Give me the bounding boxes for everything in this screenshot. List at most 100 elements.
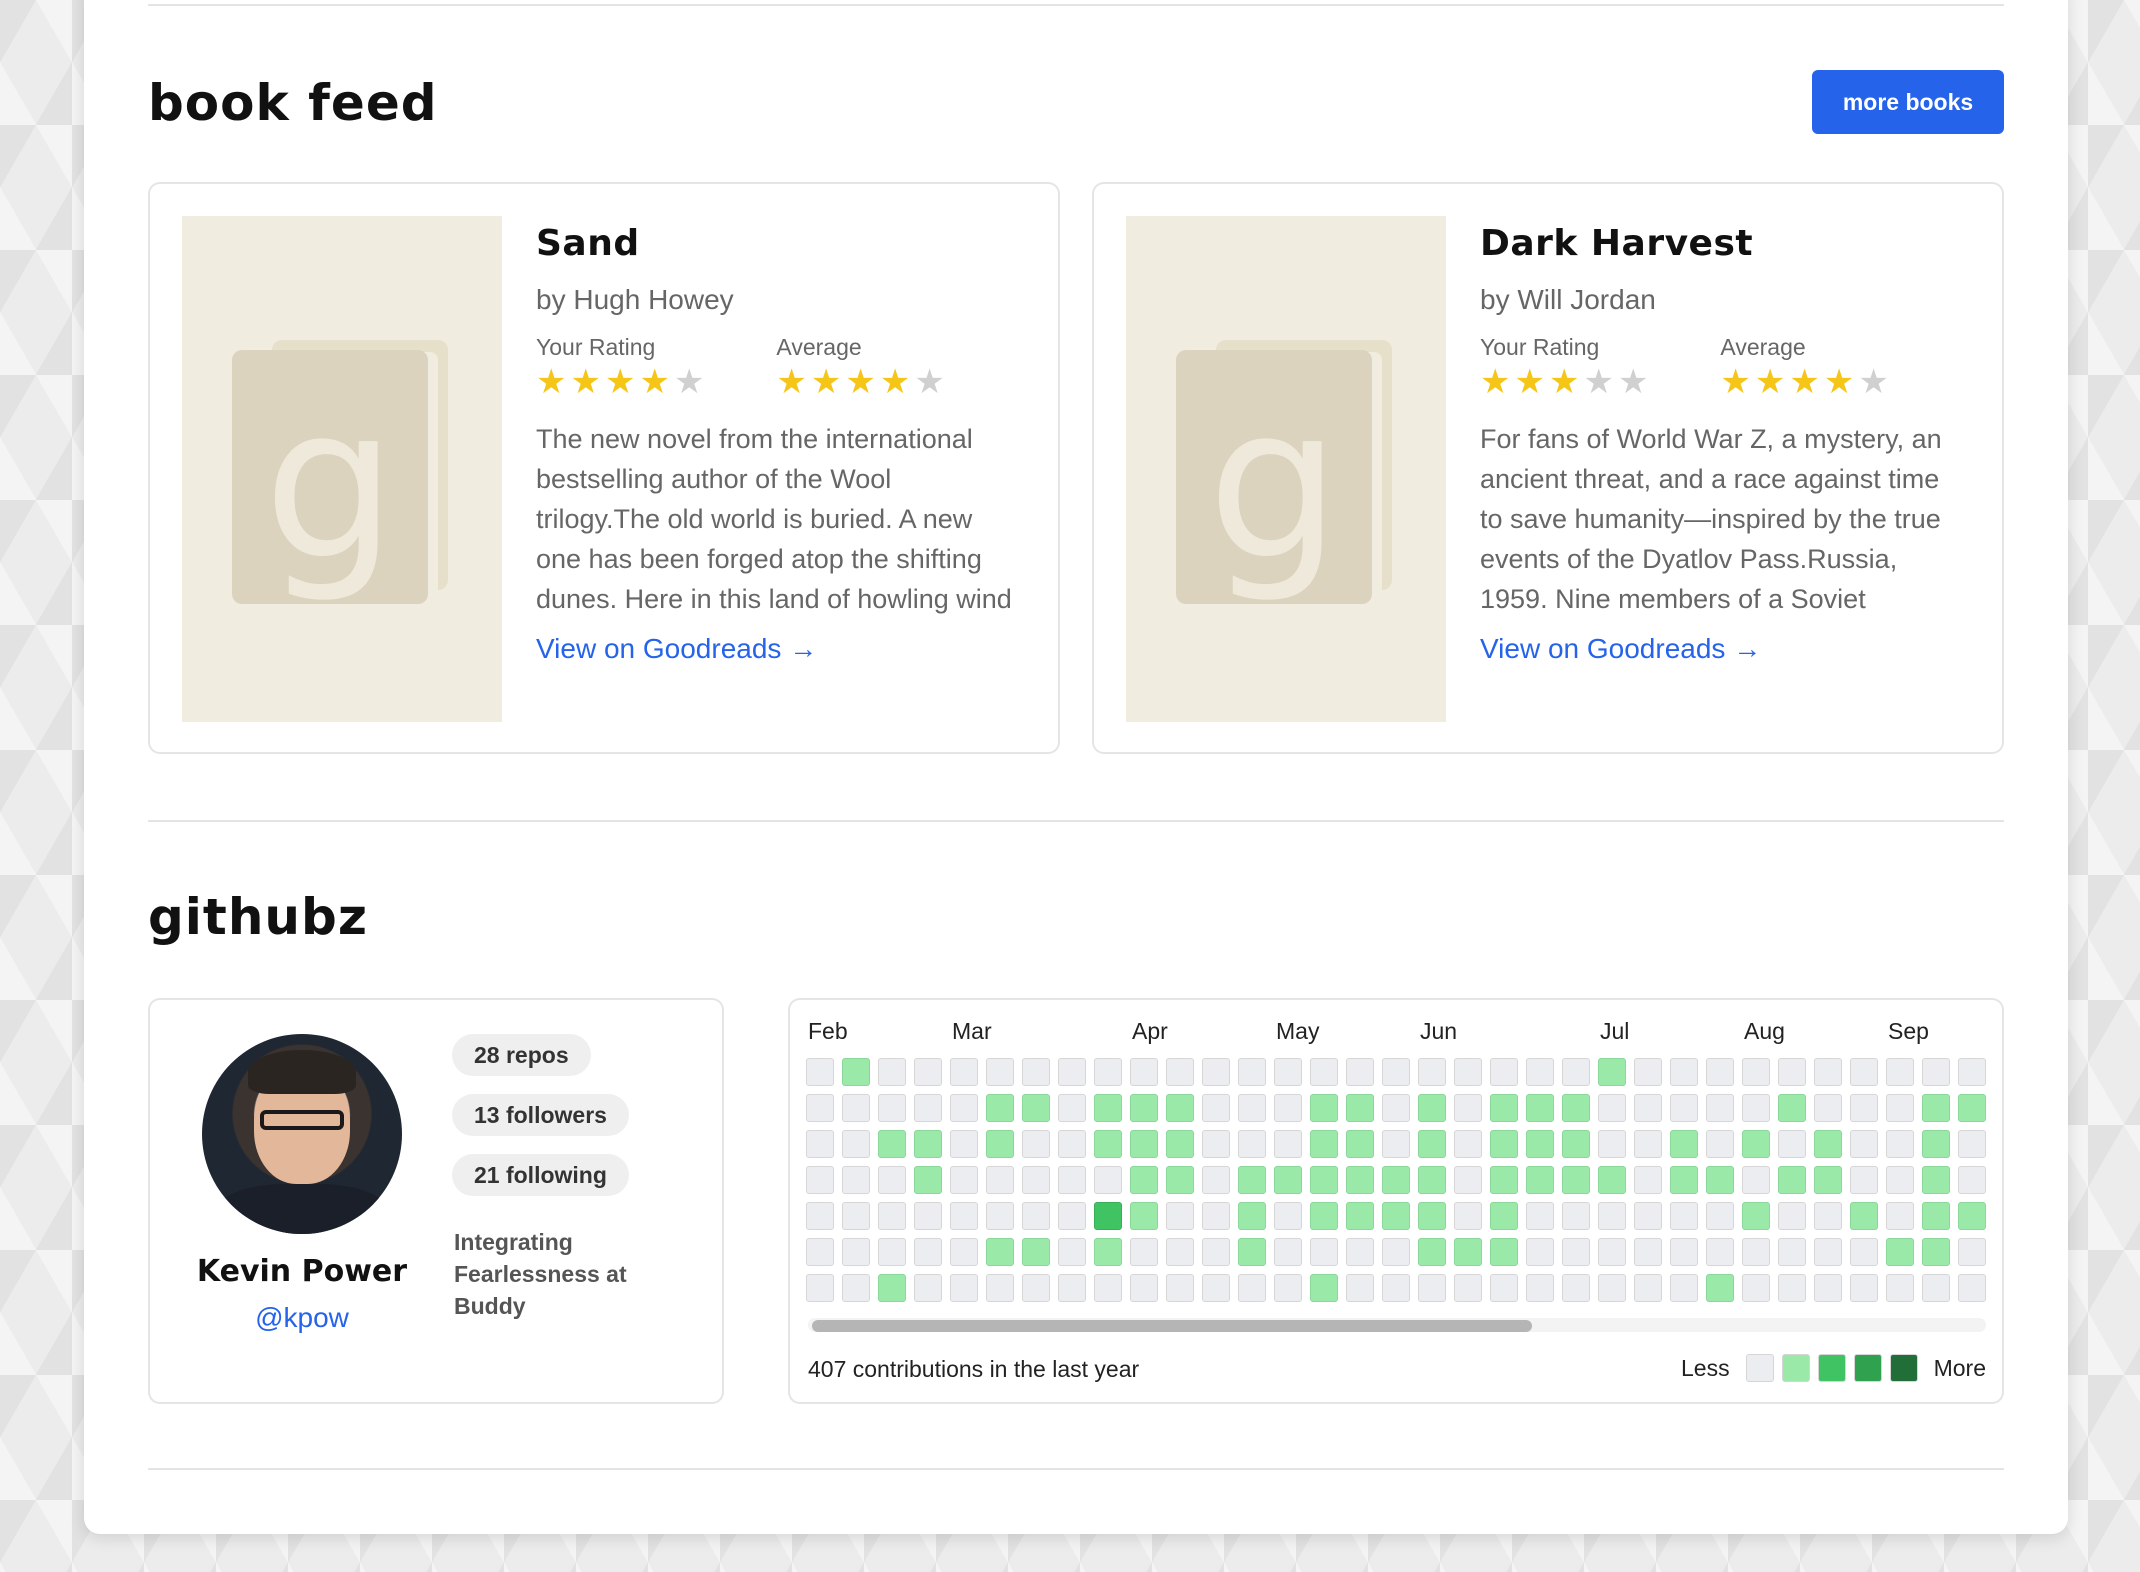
contribution-day[interactable] — [1886, 1202, 1914, 1230]
contribution-day[interactable] — [1922, 1166, 1950, 1194]
contribution-day[interactable] — [878, 1238, 906, 1266]
contribution-day[interactable] — [950, 1166, 978, 1194]
contribution-day[interactable] — [1310, 1274, 1338, 1302]
contribution-day[interactable] — [1130, 1166, 1158, 1194]
contribution-day[interactable] — [1418, 1274, 1446, 1302]
contribution-day[interactable] — [1490, 1274, 1518, 1302]
contribution-day[interactable] — [1238, 1058, 1266, 1086]
contribution-day[interactable] — [914, 1166, 942, 1194]
contribution-day[interactable] — [1346, 1130, 1374, 1158]
contribution-day[interactable] — [1274, 1238, 1302, 1266]
contribution-day[interactable] — [1418, 1094, 1446, 1122]
contribution-day[interactable] — [1202, 1166, 1230, 1194]
contribution-day[interactable] — [1058, 1202, 1086, 1230]
contribution-day[interactable] — [1670, 1202, 1698, 1230]
contribution-day[interactable] — [1598, 1202, 1626, 1230]
horizontal-scrollbar[interactable] — [808, 1318, 1986, 1332]
contribution-day[interactable] — [1958, 1274, 1986, 1302]
contribution-day[interactable] — [1274, 1094, 1302, 1122]
contribution-day[interactable] — [1850, 1202, 1878, 1230]
scrollbar-thumb[interactable] — [812, 1320, 1532, 1332]
contribution-day[interactable] — [1670, 1274, 1698, 1302]
contribution-day[interactable] — [1382, 1166, 1410, 1194]
contribution-day[interactable] — [1706, 1094, 1734, 1122]
contribution-day[interactable] — [986, 1130, 1014, 1158]
contribution-day[interactable] — [842, 1130, 870, 1158]
contribution-day[interactable] — [1418, 1058, 1446, 1086]
contribution-day[interactable] — [1886, 1166, 1914, 1194]
contribution-day[interactable] — [1778, 1130, 1806, 1158]
contribution-day[interactable] — [878, 1274, 906, 1302]
contribution-day[interactable] — [1670, 1166, 1698, 1194]
contribution-day[interactable] — [1490, 1238, 1518, 1266]
contribution-day[interactable] — [1238, 1274, 1266, 1302]
contribution-day[interactable] — [1778, 1274, 1806, 1302]
contribution-day[interactable] — [1202, 1058, 1230, 1086]
contribution-day[interactable] — [1238, 1238, 1266, 1266]
contribution-day[interactable] — [1814, 1058, 1842, 1086]
contribution-day[interactable] — [1490, 1202, 1518, 1230]
contribution-day[interactable] — [1598, 1058, 1626, 1086]
contribution-day[interactable] — [914, 1274, 942, 1302]
contribution-day[interactable] — [1598, 1130, 1626, 1158]
contribution-day[interactable] — [1778, 1166, 1806, 1194]
contribution-day[interactable] — [1058, 1130, 1086, 1158]
contribution-day[interactable] — [1202, 1202, 1230, 1230]
contribution-day[interactable] — [1706, 1130, 1734, 1158]
contribution-day[interactable] — [1166, 1238, 1194, 1266]
contribution-day[interactable] — [1526, 1238, 1554, 1266]
contribution-day[interactable] — [806, 1130, 834, 1158]
contribution-day[interactable] — [1634, 1238, 1662, 1266]
contribution-day[interactable] — [1022, 1202, 1050, 1230]
contribution-day[interactable] — [1814, 1202, 1842, 1230]
contribution-day[interactable] — [1454, 1238, 1482, 1266]
contribution-day[interactable] — [1670, 1238, 1698, 1266]
contribution-day[interactable] — [842, 1166, 870, 1194]
contribution-day[interactable] — [806, 1274, 834, 1302]
contribution-day[interactable] — [1022, 1274, 1050, 1302]
contribution-day[interactable] — [1454, 1058, 1482, 1086]
contribution-day[interactable] — [1598, 1238, 1626, 1266]
contribution-day[interactable] — [1922, 1202, 1950, 1230]
contribution-day[interactable] — [1526, 1166, 1554, 1194]
contribution-day[interactable] — [1958, 1202, 1986, 1230]
contribution-day[interactable] — [1022, 1130, 1050, 1158]
contribution-day[interactable] — [1886, 1130, 1914, 1158]
contribution-day[interactable] — [1166, 1166, 1194, 1194]
contribution-day[interactable] — [1382, 1058, 1410, 1086]
contribution-day[interactable] — [1130, 1274, 1158, 1302]
contribution-day[interactable] — [1238, 1166, 1266, 1194]
contribution-day[interactable] — [1094, 1202, 1122, 1230]
view-on-goodreads-link[interactable]: View on Goodreads → — [1480, 633, 1960, 665]
contribution-day[interactable] — [842, 1094, 870, 1122]
contribution-day[interactable] — [1526, 1058, 1554, 1086]
contribution-day[interactable] — [1166, 1058, 1194, 1086]
contribution-day[interactable] — [1562, 1166, 1590, 1194]
contribution-day[interactable] — [1202, 1238, 1230, 1266]
contribution-day[interactable] — [1310, 1094, 1338, 1122]
contribution-day[interactable] — [1454, 1166, 1482, 1194]
contribution-day[interactable] — [1778, 1202, 1806, 1230]
contribution-day[interactable] — [1058, 1166, 1086, 1194]
avatar[interactable] — [202, 1034, 402, 1234]
contribution-day[interactable] — [1310, 1166, 1338, 1194]
contribution-day[interactable] — [806, 1166, 834, 1194]
contribution-day[interactable] — [1778, 1094, 1806, 1122]
contribution-day[interactable] — [1850, 1238, 1878, 1266]
contribution-day[interactable] — [914, 1130, 942, 1158]
view-on-goodreads-link[interactable]: View on Goodreads → — [536, 633, 1016, 665]
contribution-day[interactable] — [842, 1202, 870, 1230]
contribution-day[interactable] — [806, 1094, 834, 1122]
contribution-day[interactable] — [1094, 1130, 1122, 1158]
contribution-day[interactable] — [1850, 1166, 1878, 1194]
contribution-day[interactable] — [1850, 1274, 1878, 1302]
contribution-day[interactable] — [986, 1238, 1014, 1266]
contribution-day[interactable] — [1202, 1130, 1230, 1158]
contribution-day[interactable] — [1382, 1094, 1410, 1122]
contribution-day[interactable] — [806, 1202, 834, 1230]
contribution-day[interactable] — [1022, 1058, 1050, 1086]
contribution-day[interactable] — [1238, 1130, 1266, 1158]
contribution-day[interactable] — [878, 1166, 906, 1194]
contribution-day[interactable] — [1922, 1274, 1950, 1302]
contribution-day[interactable] — [1166, 1274, 1194, 1302]
